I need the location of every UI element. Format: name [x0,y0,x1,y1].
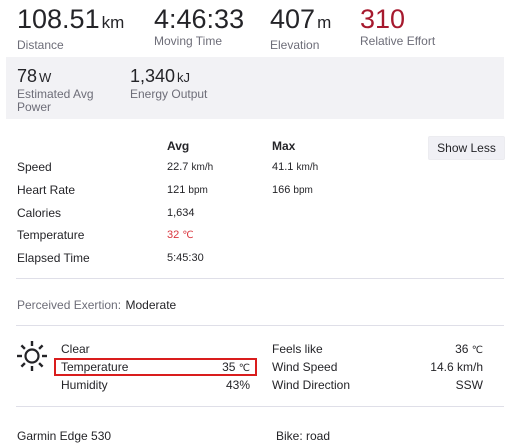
weather-temperature-unit: ℃ [238,363,250,374]
row-label-calories: Calories [17,206,62,220]
moving-time-value: 4:46:33 [154,4,245,34]
wind-direction-value: SSW [455,378,483,392]
row-label-speed: Speed [17,160,52,174]
feels-like-unit: ℃ [471,345,483,356]
wind-speed-value: 14.6 km/h [430,360,483,374]
divider-3 [16,406,504,407]
elevation-value: 407 [270,4,316,34]
wind-direction-label: Wind Direction [272,378,351,392]
energy-unit: kJ [177,70,191,85]
distance-label: Distance [17,38,64,52]
temperature-avg-value: 32 [167,229,180,241]
feels-like-value: 36 ℃ [400,342,483,356]
heart-rate-avg-unit: bpm [188,185,208,196]
row-label-elapsed-time: Elapsed Time [17,251,90,265]
avg-power-value: 78 [17,66,38,86]
exertion-label: Perceived Exertion: [17,298,122,312]
speed-avg-unit: km/h [191,162,214,173]
energy-value: 1,340 [130,66,176,86]
speed-avg-value: 22.7 [167,161,189,173]
relative-effort-label: Relative Effort [360,34,436,48]
heart-rate-max-value: 166 [272,184,291,196]
show-less-button[interactable]: Show Less [428,136,505,160]
elapsed-time-avg: 5:45:30 [167,252,204,264]
stat-moving-time: 4:46:33 Moving Time [154,4,244,48]
speed-max-value: 41.1 [272,161,294,173]
bike-name[interactable]: Bike: road [276,429,330,443]
header-max: Max [272,139,296,153]
weather-temperature-value: 35 ℃ [200,360,250,374]
weather-temperature-number: 35 [222,360,236,374]
heart-rate-max: 166 bpm [272,184,313,196]
row-label-heart-rate: Heart Rate [17,183,76,197]
stat-elevation: 407 m Elevation [270,4,331,52]
stat-relative-effort[interactable]: 310 Relative Effort [360,4,435,48]
feels-like-label: Feels like [272,342,323,356]
stat-avg-power: 78 W Estimated Avg Power [17,66,94,114]
row-label-temperature: Temperature [17,228,85,242]
calories-avg: 1,634 [167,207,195,219]
divider-2 [16,325,504,326]
speed-max-unit: km/h [296,162,319,173]
weather-temperature-label: Temperature [61,360,129,374]
wind-speed-label: Wind Speed [272,360,338,374]
speed-max: 41.1 km/h [272,161,318,173]
heart-rate-avg: 121 bpm [167,184,208,196]
stat-energy-output: 1,340 kJ Energy Output [130,66,207,101]
header-avg: Avg [167,139,190,153]
speed-avg: 22.7 km/h [167,161,213,173]
stat-distance: 108.51 km Distance [17,4,124,52]
device-name: Garmin Edge 530 [17,429,112,443]
energy-label: Energy Output [130,87,208,101]
relative-effort-value: 310 [360,4,406,34]
heart-rate-avg-value: 121 [167,184,186,196]
temperature-avg: 32 ℃ [167,229,194,241]
avg-power-label-2: Power [17,100,52,114]
elevation-unit: m [317,13,332,32]
sun-icon [16,340,48,372]
weather-humidity-value: 43% [225,378,250,392]
avg-power-unit: W [39,70,52,85]
distance-value: 108.51 [17,4,100,34]
weather-humidity-label: Humidity [61,378,108,392]
heart-rate-max-unit: bpm [293,185,313,196]
elevation-label: Elevation [270,38,320,52]
moving-time-label: Moving Time [154,34,223,48]
exertion-value: Moderate [125,298,177,312]
divider-1 [16,278,504,279]
power-panel: 78 W Estimated Avg Power 1,340 kJ Energy O… [6,57,504,119]
distance-unit: km [101,13,125,32]
temperature-avg-unit: ℃ [182,230,194,241]
weather-condition: Clear [61,342,90,356]
perceived-exertion: Perceived Exertion: Moderate [17,296,176,314]
feels-like-number: 36 [455,342,469,356]
